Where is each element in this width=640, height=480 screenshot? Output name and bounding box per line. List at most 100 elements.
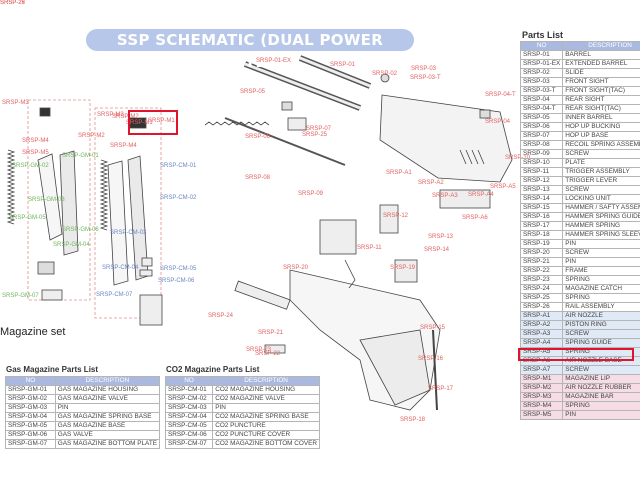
part-number-cell: SRSP-04-T	[519, 104, 564, 114]
callout-label: SRSP-25	[302, 132, 328, 138]
table-row[interactable]: SRSP-26 RAIL ASSEMBLY	[519, 302, 640, 312]
table-row[interactable]: SRSP-11 TRIGGER ASSEMBLY	[519, 167, 640, 177]
part-description-cell: PIN	[562, 239, 640, 249]
callout-label: SRSP-06	[245, 134, 271, 140]
callout-label: SRSP-02	[372, 71, 398, 77]
table-row[interactable]: SRSP-M2 AIR NOZZLE RUBBER	[519, 383, 640, 393]
table-row[interactable]: SRSP-GM-01 GAS MAGAZINE HOUSING	[5, 385, 161, 395]
part-number-cell: SRSP-A7	[519, 365, 564, 375]
part-description-cell: GAS MAGAZINE VALVE	[54, 394, 161, 404]
callout-label: SRSP-CM-02	[160, 195, 197, 201]
table-row[interactable]: SRSP-09 SCREW	[519, 149, 640, 159]
table-row[interactable]: SRSP-GM-03 PIN	[5, 403, 161, 413]
part-number-cell: SRSP-06	[519, 122, 564, 132]
table-row[interactable]: SRSP-01 BARREL	[519, 50, 640, 60]
table-row[interactable]: SRSP-20 SCREW	[519, 248, 640, 258]
column-header-no: NO	[5, 376, 56, 386]
table-row[interactable]: SRSP-CM-04 CO2 MAGAZINE SPRING BASE	[164, 412, 320, 422]
rear-sight	[479, 109, 491, 119]
part-description-cell: SPRING	[562, 275, 640, 285]
table-row[interactable]: SRSP-01-EX EXTENDED BARREL	[519, 59, 640, 69]
callout-label: SRSP-A2	[418, 180, 444, 186]
table-row[interactable]: SRSP-05 INNER BARREL	[519, 113, 640, 123]
part-number-cell: SRSP-07	[519, 131, 564, 141]
table-row[interactable]: SRSP-M1 MAGAZINE LIP	[519, 374, 640, 384]
table-row[interactable]: SRSP-23 SPRING	[519, 275, 640, 285]
table-row[interactable]: SRSP-17 HAMMER SPRING	[519, 221, 640, 231]
part-number-cell: SRSP-25	[519, 293, 564, 303]
callout-label: SRSP-M3	[2, 100, 29, 106]
part-description-cell: HAMMER SPRING SLEEVE	[562, 230, 640, 240]
table-row[interactable]: SRSP-CM-05 CO2 PUNCTURE	[164, 421, 320, 431]
table-row[interactable]: SRSP-A3 SCREW	[519, 329, 640, 339]
callout-label: SRSP-M4	[22, 138, 49, 144]
callout-label: SRSP-CM-07	[96, 292, 133, 298]
part-number-cell: SRSP-01	[519, 50, 564, 60]
part-description-cell: MAGAZINE BAR	[562, 392, 640, 402]
table-row[interactable]: SRSP-CM-02 CO2 MAGAZINE VALVE	[164, 394, 320, 404]
table-row[interactable]: SRSP-13 SCREW	[519, 185, 640, 195]
table-row[interactable]: SRSP-12 TRIGGER LEVER	[519, 176, 640, 186]
table-row[interactable]: SRSP-A7 SCREW	[519, 365, 640, 375]
table-row[interactable]: SRSP-CM-06 CO2 PUNCTURE COVER	[164, 430, 320, 440]
table-row[interactable]: SRSP-GM-02 GAS MAGAZINE VALVE	[5, 394, 161, 404]
table-row[interactable]: SRSP-M3 MAGAZINE BAR	[519, 392, 640, 402]
table-row[interactable]: SRSP-CM-03 PIN	[164, 403, 320, 413]
callout-label: SRSP-01	[330, 62, 356, 68]
table-row[interactable]: SRSP-18 HAMMER SPRING SLEEVE	[519, 230, 640, 240]
table-row[interactable]: SRSP-04-T REAR SIGHT(TAC)	[519, 104, 640, 114]
part-description-cell: PIN	[212, 403, 320, 413]
table-row[interactable]: SRSP-GM-05 GAS MAGAZINE BASE	[5, 421, 161, 431]
hop-up-bucking	[281, 101, 293, 111]
column-header-description: DESCRIPTION	[212, 376, 320, 386]
table-row[interactable]: SRSP-M4 SPRING	[519, 401, 640, 411]
table-row[interactable]: SRSP-10 PLATE	[519, 158, 640, 168]
part-number-cell: SRSP-16	[519, 212, 564, 222]
part-description-cell: AIR NOZZLE RUBBER	[562, 383, 640, 393]
table-row[interactable]: SRSP-07 HOP UP BASE	[519, 131, 640, 141]
table-row[interactable]: SRSP-M5 PIN	[519, 410, 640, 420]
table-row[interactable]: SRSP-GM-06 GAS VALVE	[5, 430, 161, 440]
table-row[interactable]: SRSP-14 LOCKING UNIT	[519, 194, 640, 204]
callout-label: SRSP-GM-03	[28, 197, 65, 203]
part-description-cell: GAS MAGAZINE BOTTOM PLATE	[54, 439, 161, 449]
table-row[interactable]: SRSP-06 HOP UP BUCKING	[519, 122, 640, 132]
table-row[interactable]: SRSP-24 MAGAZINE CATCH	[519, 284, 640, 294]
table-row[interactable]: SRSP-25 SPRING	[519, 293, 640, 303]
table-row[interactable]: SRSP-15HAMMER / SAFTY ASSEMBLY	[519, 203, 640, 213]
locking-unit	[394, 259, 418, 283]
table-row[interactable]: SRSP-CM-07 CO2 MAGAZINE BOTTOM COVER	[164, 439, 320, 449]
column-header-no: NO	[519, 41, 564, 51]
part-description-cell: HOP UP BASE	[562, 131, 640, 141]
callout-label: SRSP-A1	[386, 170, 412, 176]
table-row[interactable]: SRSP-A2 PISTON RING	[519, 320, 640, 330]
magazine-bottom-plate	[41, 289, 63, 301]
part-number-cell: SRSP-09	[519, 149, 564, 159]
table-row[interactable]: SRSP-08RECOIL SPRING ASSEMBLY	[519, 140, 640, 150]
callout-label: SRSP-19	[390, 265, 416, 271]
part-description-cell: GAS MAGAZINE BASE	[54, 421, 161, 431]
table-row[interactable]: SRSP-GM-04 GAS MAGAZINE SPRING BASE	[5, 412, 161, 422]
part-description-cell: SCREW	[562, 185, 640, 195]
part-description-cell: FRONT SIGHT(TAC)	[562, 86, 640, 96]
part-number-cell: SRSP-A1	[519, 311, 564, 321]
table-row[interactable]: SRSP-21 PIN	[519, 257, 640, 267]
part-description-cell: PIN	[54, 403, 161, 413]
callout-label: SRSP-16	[418, 356, 444, 362]
table-row[interactable]: SRSP-CM-01 CO2 MAGAZINE HOUSING	[164, 385, 320, 395]
table-row[interactable]: SRSP-04 REAR SIGHT	[519, 95, 640, 105]
table-row[interactable]: SRSP-22 FRAME	[519, 266, 640, 276]
part-number-cell: SRSP-19	[519, 239, 564, 249]
table-row[interactable]: SRSP-02 SLIDE	[519, 68, 640, 78]
part-number-cell: SRSP-CM-03	[164, 403, 214, 413]
table-row[interactable]: SRSP-A1 AIR NOZZLE	[519, 311, 640, 321]
part-description-cell: BARREL	[562, 50, 640, 60]
table-row[interactable]: SRSP-16 HAMMER SPRING GUIDE	[519, 212, 640, 222]
callout-label: SRSP-12	[383, 213, 409, 219]
table-row[interactable]: SRSP-03 FRONT SIGHT	[519, 77, 640, 87]
table-row[interactable]: SRSP-19 PIN	[519, 239, 640, 249]
table-row[interactable]: SRSP-GM-07 GAS MAGAZINE BOTTOM PLATE	[5, 439, 161, 449]
table-row[interactable]: SRSP-A4 SPRING GUIDE	[519, 338, 640, 348]
table-row[interactable]: SRSP-03-T FRONT SIGHT(TAC)	[519, 86, 640, 96]
part-description-cell: HAMMER / SAFTY ASSEMBLY	[562, 203, 640, 213]
